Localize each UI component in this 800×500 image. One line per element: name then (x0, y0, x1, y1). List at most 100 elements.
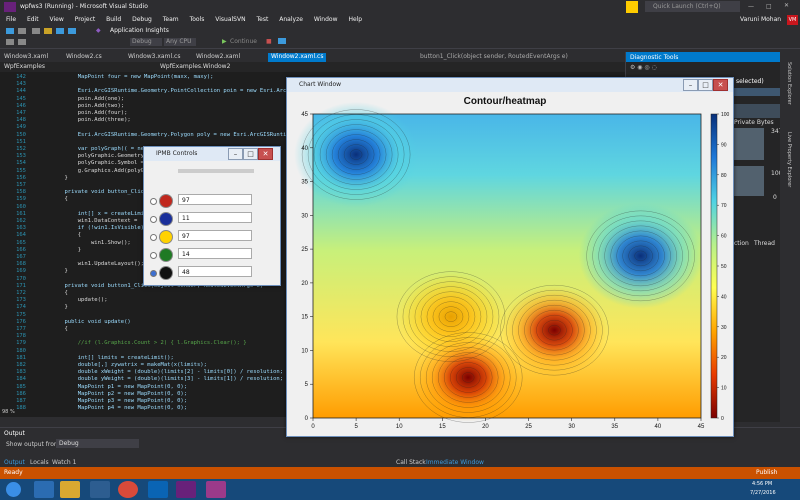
save-all-icon[interactable] (68, 28, 76, 34)
chart-maximize-button[interactable]: □ (698, 79, 713, 91)
code-line[interactable]: poin.Add(two); (38, 103, 124, 109)
code-line[interactable]: //if (l.Graphics.Count > 2) { l.Graphics… (38, 340, 247, 346)
radio-green[interactable] (150, 252, 157, 259)
tab-thread[interactable]: Thread (754, 240, 775, 247)
code-line[interactable]: update(); (38, 297, 108, 303)
code-line[interactable]: public void update() (38, 319, 130, 325)
radio-red[interactable] (150, 198, 157, 205)
tab-immediate-window[interactable]: Immediate Window (426, 459, 484, 466)
clock-time[interactable]: 4:56 PM (752, 481, 772, 487)
tab-locals[interactable]: Locals (30, 459, 49, 466)
code-line[interactable]: g.Graphics.Add(polyGraph (38, 168, 157, 174)
code-line[interactable]: Esri.ArcGISRuntime.Geometry.PointCollect… (38, 88, 297, 94)
continue-button[interactable]: Continue (230, 38, 257, 45)
radio-yellow[interactable] (150, 234, 157, 241)
tab-output[interactable]: Output (4, 459, 25, 466)
code-line[interactable]: int[] limits = createLimit(); (38, 355, 174, 361)
code-line[interactable]: MapPoint p2 = new MapPoint(0, 0); (38, 391, 187, 397)
menu-test[interactable]: Test (257, 16, 269, 23)
menu-team[interactable]: Team (163, 16, 179, 23)
black-value-field[interactable]: 48 (178, 266, 252, 277)
code-line[interactable]: } (38, 268, 67, 274)
stop-icon[interactable]: ■ (266, 38, 272, 45)
code-line[interactable]: double yWeight = (double)(limits[3] - li… (38, 376, 283, 382)
code-line[interactable]: { (38, 290, 67, 296)
green-value-field[interactable]: 14 (178, 248, 252, 259)
chart-close-button[interactable]: ✕ (713, 79, 728, 91)
app-insights-icon[interactable]: ◆ (96, 27, 104, 35)
ipmb-minimize-button[interactable]: – (228, 148, 243, 160)
code-line[interactable]: MapPoint four = new MapPoint(maxx, maxy)… (38, 74, 214, 80)
notification-flag-icon[interactable] (626, 1, 638, 13)
blue-value-field[interactable]: 11 (178, 212, 252, 223)
radio-blue[interactable] (150, 216, 157, 223)
code-line[interactable]: win1.UpdateLayout(); (38, 261, 144, 267)
project-dropdown[interactable]: WpfExamples (4, 63, 45, 70)
menu-debug[interactable]: Debug (132, 16, 152, 23)
code-line[interactable]: if (!win1.IsVisible) (38, 225, 144, 231)
user-avatar[interactable]: VM (787, 15, 798, 25)
maximize-button[interactable]: □ (766, 3, 772, 10)
menu-edit[interactable]: Edit (27, 16, 39, 23)
menu-file[interactable]: File (6, 16, 16, 23)
code-line[interactable]: } (38, 304, 67, 310)
menu-build[interactable]: Build (106, 16, 121, 23)
minimize-button[interactable]: — (748, 3, 754, 10)
solution-explorer-tab[interactable]: Solution Explorer (786, 62, 792, 105)
code-line[interactable]: { (38, 232, 81, 238)
red-value-field[interactable]: 97 (178, 194, 252, 205)
back-icon[interactable] (6, 28, 14, 34)
code-line[interactable]: win1.DataContext = (38, 218, 141, 224)
tab-window2-cs[interactable]: Window2.cs (66, 53, 102, 62)
menu-project[interactable]: Project (75, 16, 96, 23)
start-button-icon[interactable] (6, 482, 21, 497)
clock-date[interactable]: 7/27/2016 (750, 490, 776, 496)
code-line[interactable]: private void button_Click( (38, 189, 150, 195)
code-line[interactable]: poin.Add(three); (38, 117, 131, 123)
code-line[interactable]: polyGraphic.Geometry (38, 153, 144, 159)
ipmb-slider-track[interactable] (178, 169, 254, 173)
code-line[interactable]: { (38, 326, 67, 332)
menu-tools[interactable]: Tools (190, 16, 205, 23)
outlook-taskbar-icon[interactable] (148, 481, 168, 498)
file-explorer-taskbar-icon[interactable] (60, 481, 80, 498)
menu-visualsvn[interactable]: VisualSVN (215, 16, 245, 23)
app-insights-label[interactable]: Application Insights (110, 27, 169, 34)
quick-launch-input[interactable]: Quick Launch (Ctrl+Q) (645, 1, 740, 12)
menu-view[interactable]: View (50, 16, 64, 23)
radio-black[interactable] (150, 270, 157, 277)
visual-studio-taskbar-icon[interactable] (176, 481, 196, 498)
code-line[interactable]: MapPoint p1 = new MapPoint(0, 0); (38, 384, 187, 390)
output-source-select[interactable]: Debug (56, 439, 139, 448)
user-name[interactable]: Varuni Mohan (740, 16, 781, 23)
code-line[interactable]: { (38, 196, 67, 202)
live-property-explorer-tab[interactable]: Live Property Explorer (786, 132, 792, 187)
open-folder-icon[interactable] (44, 28, 52, 34)
config-select[interactable]: Debug (130, 38, 162, 46)
code-line[interactable]: var polyGraph(( = new (38, 146, 148, 152)
platform-select[interactable]: Any CPU (164, 38, 196, 46)
code-line[interactable]: } (38, 175, 67, 181)
restart-icon[interactable] (278, 38, 286, 44)
code-line[interactable]: polyGraphic.Symbol = (38, 160, 144, 166)
code-line[interactable]: } (38, 247, 81, 253)
close-button[interactable]: ✕ (784, 2, 789, 9)
media-taskbar-icon[interactable] (90, 481, 110, 498)
member-dropdown[interactable]: button1_Click(object sender, RoutedEvent… (420, 53, 568, 62)
contour-heatmap-chart[interactable]: Contour/heatmap 0 5 10 15 20 25 30 35 40 45 0 5 10 15… (287, 92, 733, 436)
zoom-level[interactable]: 98 % (2, 409, 15, 415)
save-icon[interactable] (56, 28, 64, 34)
new-project-icon[interactable] (32, 28, 40, 34)
tab-window3-xaml[interactable]: Window3.xaml (4, 53, 48, 62)
tab-events-action[interactable]: ction (734, 240, 749, 247)
code-line[interactable]: win1.Show(); (38, 240, 131, 246)
publish-button[interactable]: Publish (756, 469, 777, 476)
forward-icon[interactable] (18, 28, 26, 34)
ipmb-maximize-button[interactable]: □ (243, 148, 258, 160)
code-line[interactable]: int[] x = createLimit (38, 211, 148, 217)
code-line[interactable]: Esri.ArcGISRuntime.Geometry.Polygon poly… (38, 132, 300, 138)
code-line[interactable]: double xWeight = (double)(limits[2] - li… (38, 369, 283, 375)
yellow-value-field[interactable]: 97 (178, 230, 252, 241)
undo-icon[interactable] (6, 39, 14, 45)
tab-window2-xaml-cs[interactable]: Window2.xaml.cs (268, 53, 327, 62)
